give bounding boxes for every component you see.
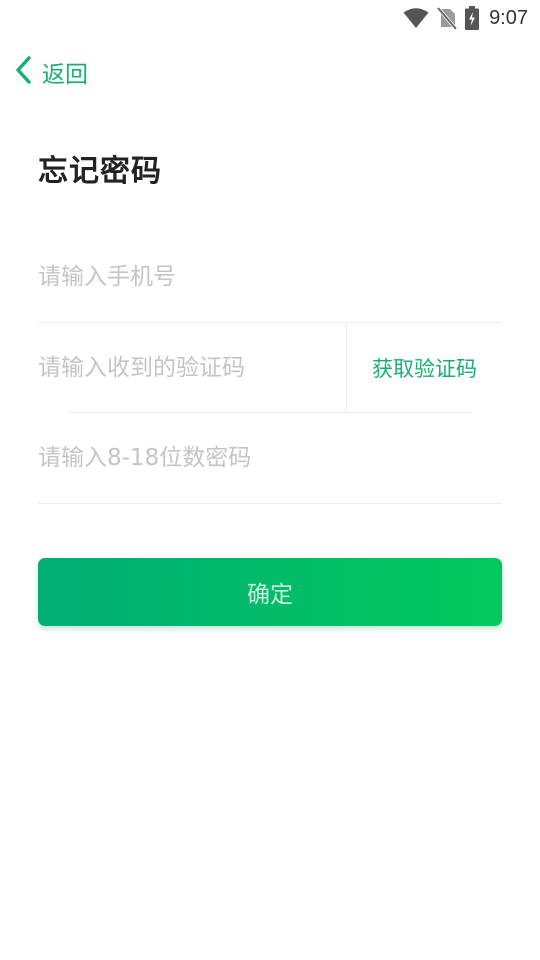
wifi-icon bbox=[403, 7, 429, 29]
phone-row bbox=[38, 232, 502, 323]
status-icons: 9:07 bbox=[403, 6, 528, 30]
status-bar: 9:07 bbox=[0, 0, 540, 36]
verification-code-row: 获取验证码 bbox=[38, 323, 502, 413]
password-input[interactable] bbox=[38, 433, 502, 483]
reset-password-form: 获取验证码 bbox=[38, 232, 502, 504]
get-code-button[interactable]: 获取验证码 bbox=[347, 353, 502, 383]
phone-input[interactable] bbox=[38, 252, 502, 302]
back-label: 返回 bbox=[42, 62, 88, 88]
password-row bbox=[38, 413, 502, 504]
verification-code-input[interactable] bbox=[38, 343, 346, 393]
chevron-left-icon bbox=[14, 55, 34, 89]
no-sim-icon bbox=[437, 6, 458, 30]
battery-charging-icon bbox=[465, 6, 480, 30]
page-title: 忘记密码 bbox=[38, 154, 162, 189]
confirm-button[interactable]: 确定 bbox=[38, 558, 502, 626]
status-time: 9:07 bbox=[489, 6, 528, 29]
back-button[interactable]: 返回 bbox=[14, 54, 88, 90]
